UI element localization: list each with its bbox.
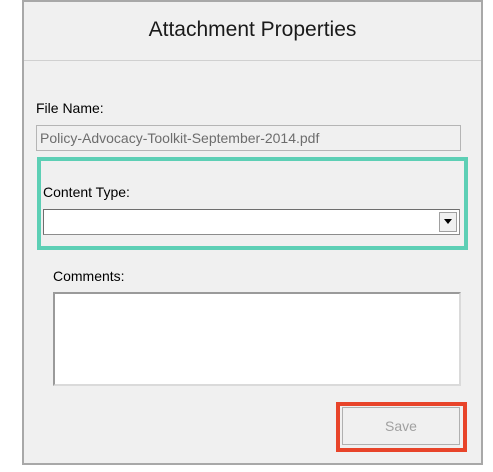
dialog-title: Attachment Properties — [148, 18, 357, 41]
save-button[interactable]: Save — [342, 407, 460, 445]
file-name-label: File Name: — [36, 100, 104, 116]
content-type-highlight — [37, 157, 468, 250]
attachment-properties-dialog: Attachment Properties File Name: Policy-… — [22, 0, 483, 465]
file-name-field: Policy-Advocacy-Toolkit-September-2014.p… — [36, 125, 461, 151]
comments-label: Comments: — [53, 268, 125, 284]
chevron-down-icon — [444, 219, 452, 224]
comments-textarea[interactable] — [53, 292, 461, 386]
dialog-titlebar: Attachment Properties — [24, 2, 481, 61]
content-type-label: Content Type: — [43, 184, 130, 200]
content-type-dropdown[interactable] — [43, 209, 460, 235]
dropdown-arrow-button[interactable] — [439, 212, 457, 232]
screen: Attachment Properties File Name: Policy-… — [0, 0, 493, 472]
